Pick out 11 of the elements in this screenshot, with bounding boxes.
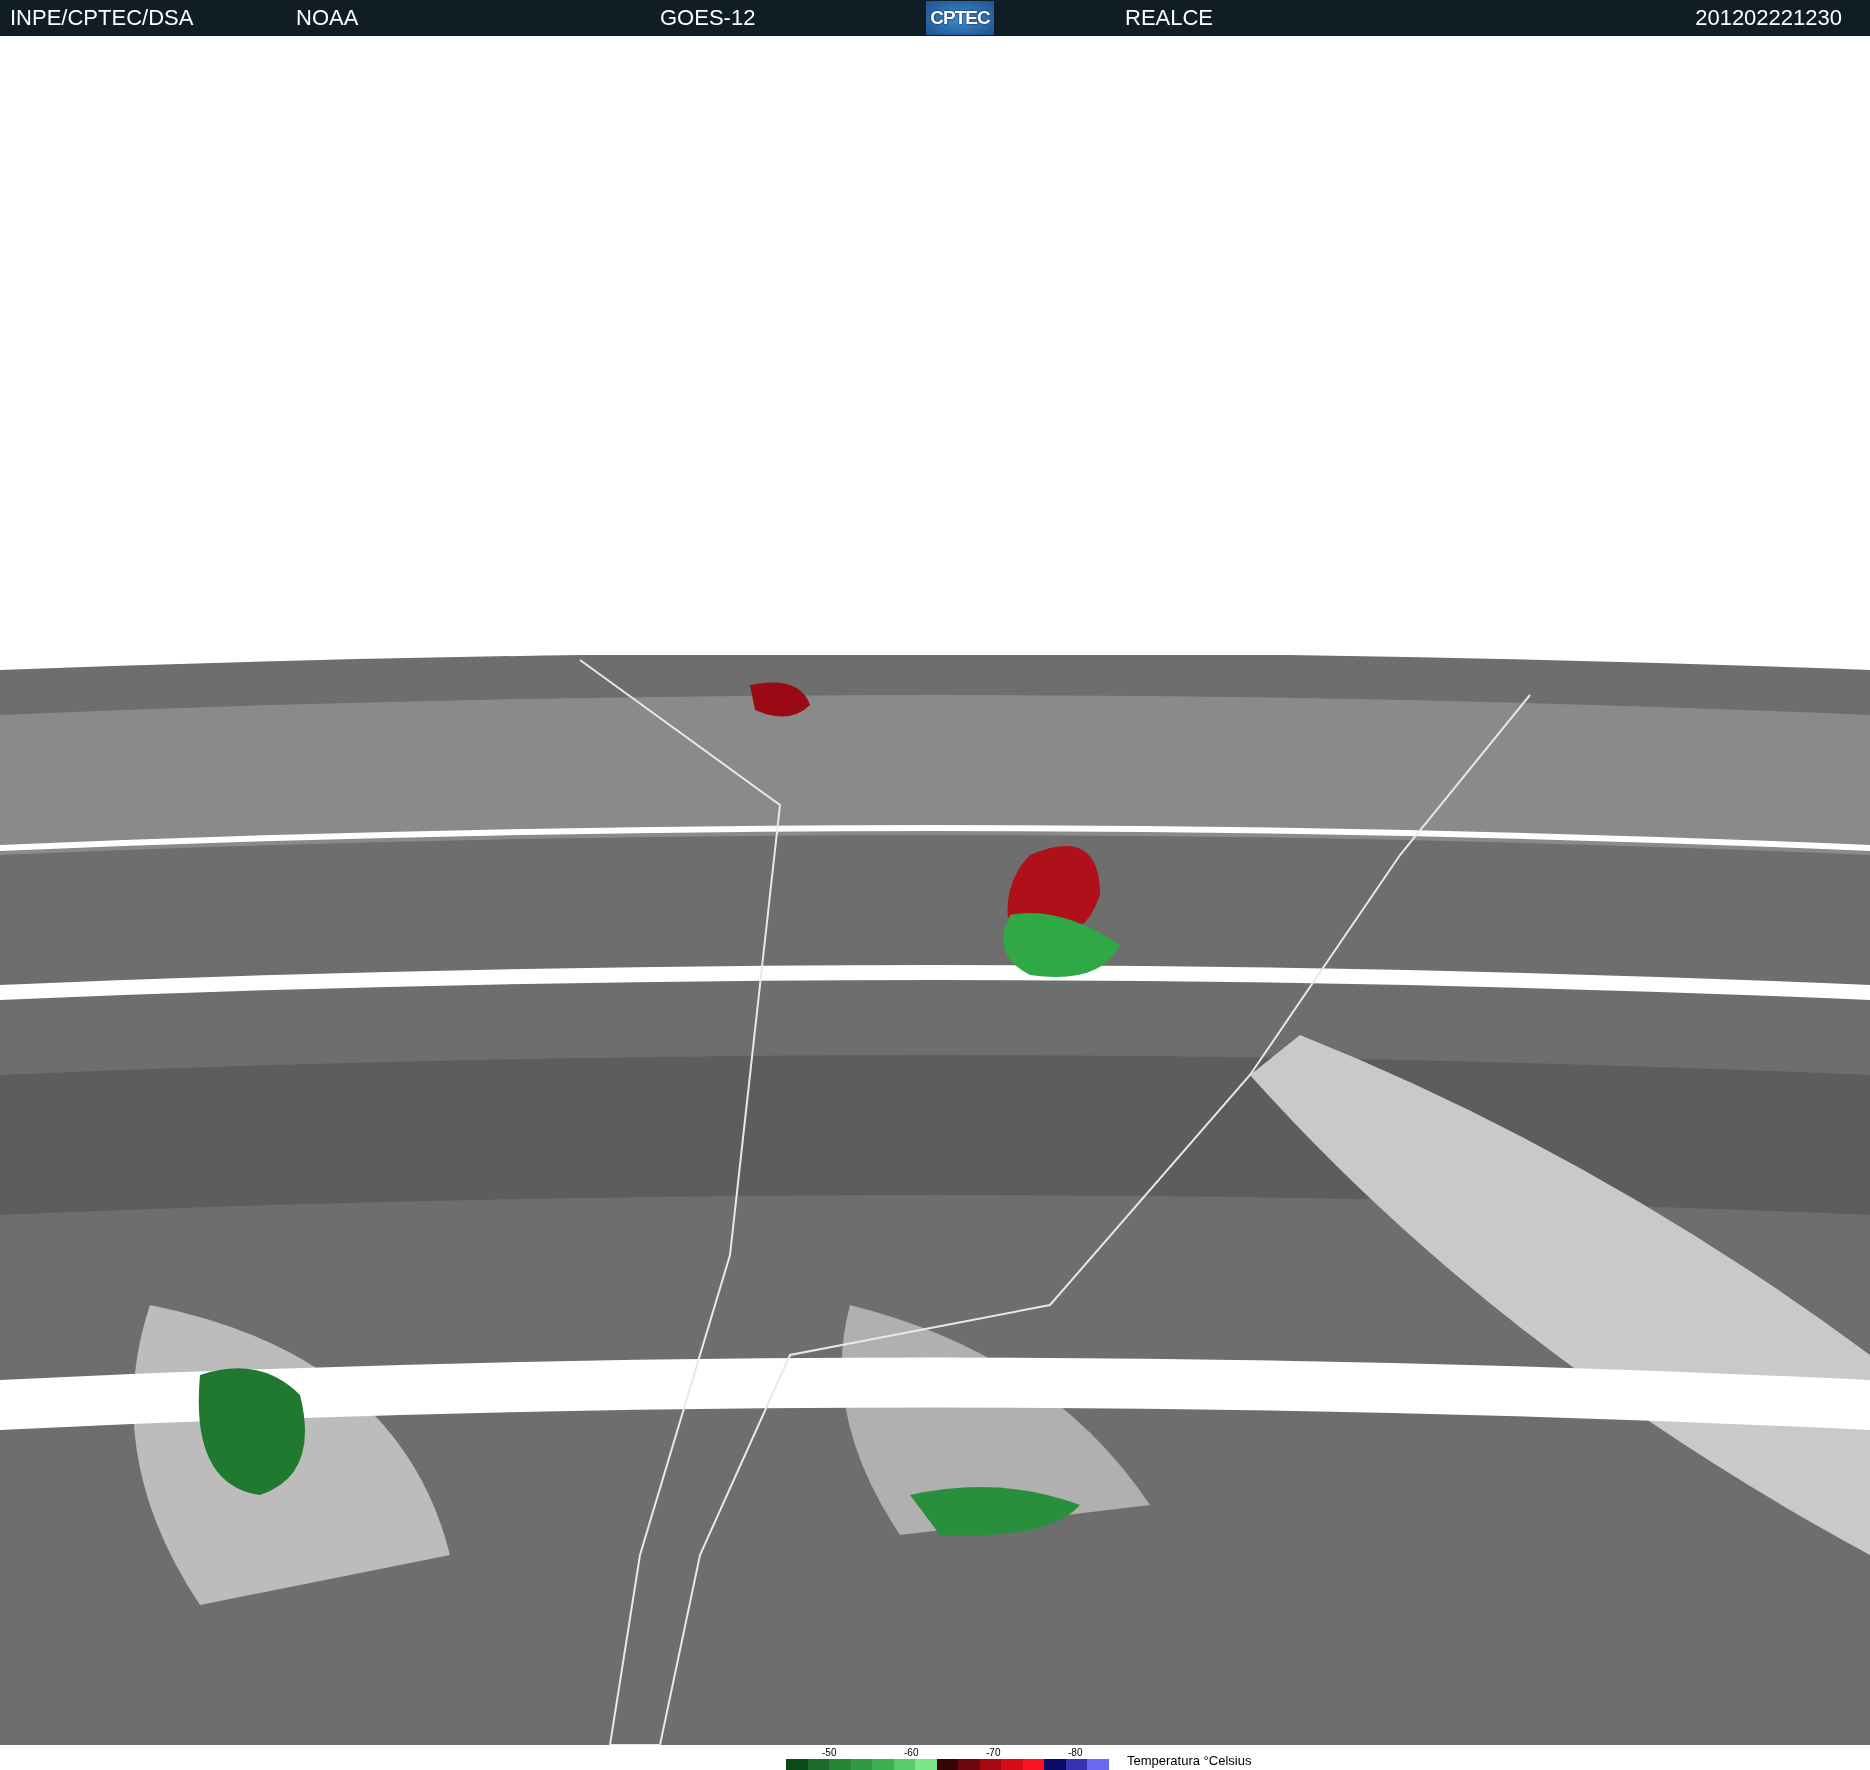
scale-label: -50 — [822, 1747, 838, 1759]
logo: CPTEC — [926, 1, 994, 35]
scale-label: -60 — [904, 1747, 920, 1759]
header-text: INPE/CPTEC/DSA — [10, 5, 195, 31]
header-text: NOAA — [296, 5, 360, 31]
scale-label: -80 — [1068, 1747, 1084, 1759]
header-text: 201202221230 — [1695, 5, 1842, 31]
scale-label: -70 — [986, 1747, 1002, 1759]
header-text: REALCE — [1125, 5, 1215, 31]
header-text: GOES-12 — [660, 5, 757, 31]
legend-title: Temperatura °Celsius — [1127, 1753, 1252, 1768]
